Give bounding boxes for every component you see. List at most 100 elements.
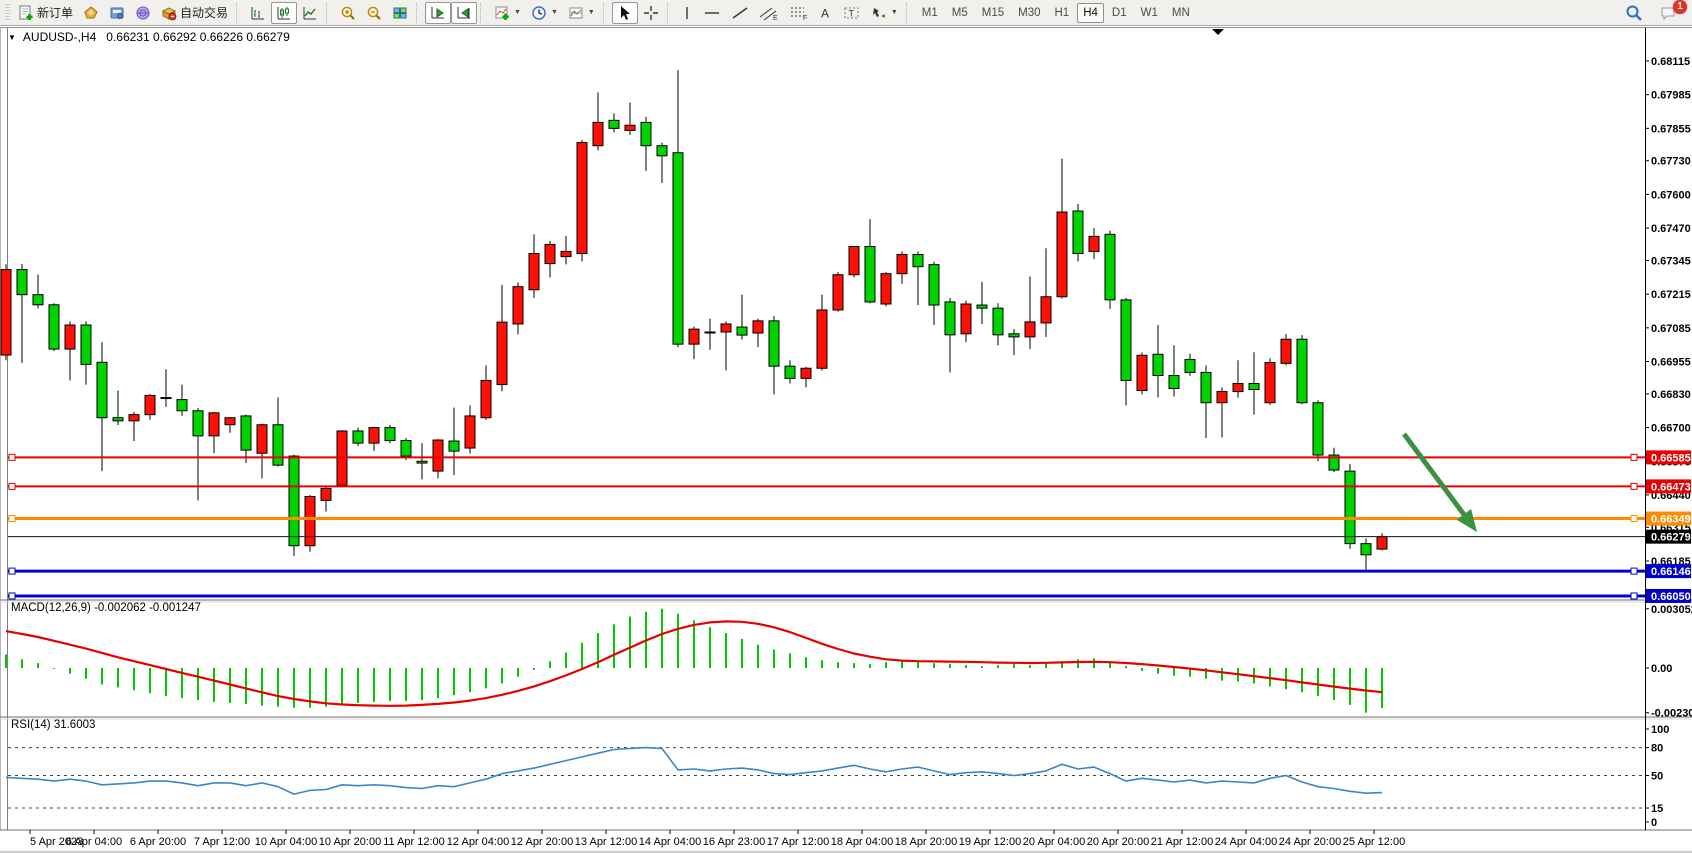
candle — [897, 255, 907, 274]
price-tick-label: 0.67470 — [1651, 223, 1691, 235]
equidistant-channel-tool-button[interactable]: E — [754, 2, 784, 24]
toolbar-grip[interactable] — [5, 4, 10, 22]
data-window-button[interactable] — [104, 2, 130, 24]
bar-chart-button[interactable] — [245, 2, 271, 24]
price-tick-label: 0.67085 — [1651, 323, 1691, 335]
price-tick-label: 0.67730 — [1651, 156, 1691, 168]
notifications-button[interactable]: 1 — [1654, 2, 1682, 24]
auto-scroll-button[interactable] — [425, 2, 451, 24]
crosshair-tool-button[interactable] — [638, 2, 664, 24]
fibonacci-tool-button[interactable]: F — [784, 2, 814, 24]
templates-button[interactable]: ▼ — [563, 2, 600, 24]
text-label-tool-button[interactable]: T — [838, 2, 866, 24]
candle — [305, 496, 315, 545]
line-anchor-handle[interactable] — [9, 454, 15, 460]
timeframe-h4-button[interactable]: H4 — [1077, 3, 1104, 23]
candle — [1201, 372, 1211, 402]
line-anchor-handle[interactable] — [9, 593, 15, 599]
chart-canvas[interactable]: 0.681150.679850.678550.677300.676000.674… — [0, 27, 1692, 853]
bid-price-label: 0.66279 — [1651, 532, 1691, 544]
candle — [449, 441, 459, 451]
horizontal-line-tool-button[interactable] — [698, 2, 726, 24]
line-anchor-handle[interactable] — [9, 483, 15, 489]
candle — [1233, 384, 1243, 392]
line-price-label: 0.66146 — [1651, 566, 1691, 578]
clock-icon — [531, 5, 547, 21]
timeframe-h1-button[interactable]: H1 — [1049, 3, 1076, 23]
candle — [497, 322, 507, 384]
candle — [401, 441, 411, 457]
tile-windows-button[interactable] — [387, 2, 413, 24]
candle — [737, 327, 747, 335]
cursor-tool-button[interactable] — [612, 2, 638, 24]
candle — [193, 411, 203, 436]
candle — [209, 413, 219, 436]
candle — [257, 425, 267, 453]
arrows-tool-button[interactable]: ▼ — [866, 2, 903, 24]
time-tick-label: 12 Apr 04:00 — [447, 836, 509, 848]
line-chart-button[interactable] — [297, 2, 323, 24]
candle — [817, 310, 827, 368]
new-order-button[interactable]: 新订单 — [13, 2, 78, 24]
indicators-button[interactable]: ▼ — [489, 2, 526, 24]
zoom-out-button[interactable] — [361, 2, 387, 24]
candle — [385, 428, 395, 441]
line-anchor-handle[interactable] — [9, 568, 15, 574]
candle — [481, 380, 491, 417]
candle — [993, 308, 1003, 335]
svg-text:E: E — [773, 15, 778, 21]
timeframe-d1-button[interactable]: D1 — [1106, 3, 1133, 23]
candle — [721, 324, 731, 332]
zoom-in-button[interactable] — [335, 2, 361, 24]
candle — [929, 265, 939, 305]
toolbar-right: 1 — [1620, 2, 1690, 24]
strategy-tester-button[interactable] — [130, 2, 156, 24]
time-tick-label: 10 Apr 20:00 — [319, 836, 381, 848]
trendline-tool-button[interactable] — [726, 2, 754, 24]
line-anchor-handle[interactable] — [1631, 568, 1637, 574]
auto-trading-button[interactable]: 自动交易 — [156, 2, 233, 24]
vertical-line-tool-button[interactable] — [676, 2, 698, 24]
toolbar-separator — [326, 3, 331, 23]
chevron-down-icon: ▼ — [891, 9, 898, 16]
candle — [289, 456, 299, 546]
macd-indicator-label: MACD(12,26,9) -0.002062 -0.001247 — [11, 602, 201, 614]
chart-shift-button[interactable] — [451, 2, 477, 24]
candle — [1105, 234, 1115, 300]
line-anchor-handle[interactable] — [1631, 593, 1637, 599]
timeframe-m5-button[interactable]: M5 — [946, 3, 974, 23]
timeframe-w1-button[interactable]: W1 — [1135, 3, 1164, 23]
toolbar-separator — [416, 3, 421, 23]
search-button[interactable] — [1620, 2, 1648, 24]
candle — [1297, 339, 1307, 402]
candle — [241, 416, 251, 450]
candle — [961, 304, 971, 334]
rsi-indicator-label: RSI(14) 31.6003 — [11, 719, 95, 731]
line-anchor-handle[interactable] — [1631, 454, 1637, 460]
time-tick-label: 21 Apr 12:00 — [1151, 836, 1213, 848]
market-watch-button[interactable] — [78, 2, 104, 24]
timeframe-mn-button[interactable]: MN — [1166, 3, 1196, 23]
chevron-down-icon: ▼ — [588, 9, 595, 16]
periods-button[interactable]: ▼ — [526, 2, 563, 24]
candle — [1089, 236, 1099, 251]
candle — [529, 253, 539, 289]
candlestick-chart-button[interactable] — [271, 2, 297, 24]
timeframe-group: M1M5M15M30H1H4D1W1MN — [915, 3, 1197, 23]
chart-title-collapse-icon[interactable]: ▼ — [8, 33, 16, 42]
toolbar-separator — [480, 3, 485, 23]
line-anchor-handle[interactable] — [9, 516, 15, 522]
candle — [641, 122, 651, 145]
auto-scroll-icon — [430, 5, 446, 21]
timeframe-m1-button[interactable]: M1 — [916, 3, 944, 23]
candle — [1249, 384, 1259, 390]
candle — [177, 400, 187, 411]
new-order-label: 新订单 — [37, 4, 73, 21]
text-tool-button[interactable]: A — [814, 2, 838, 24]
line-anchor-handle[interactable] — [1631, 483, 1637, 489]
timeframe-m30-button[interactable]: M30 — [1012, 3, 1046, 23]
zoom-out-icon — [366, 5, 382, 21]
time-tick-label: 18 Apr 04:00 — [831, 836, 893, 848]
line-anchor-handle[interactable] — [1631, 516, 1637, 522]
timeframe-m15-button[interactable]: M15 — [976, 3, 1010, 23]
